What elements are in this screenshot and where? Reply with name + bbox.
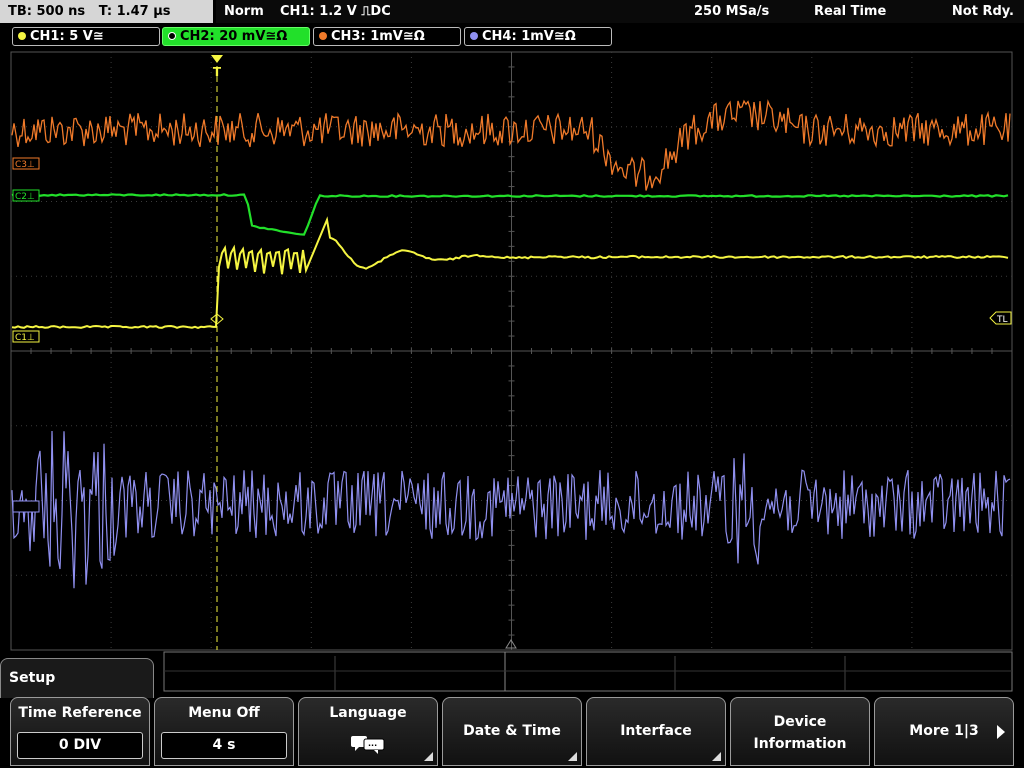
more-button[interactable]: More 1|3: [874, 697, 1014, 766]
ch4-color-dot: [470, 32, 478, 40]
channel-tab-ch1[interactable]: CH1: 5 V≅: [12, 27, 160, 46]
softkey-title: Time Reference: [18, 705, 142, 721]
ch1-ground-marker[interactable]: C1⊥: [12, 330, 40, 343]
ch3-color-dot: [319, 32, 327, 40]
channel-tab-ch4[interactable]: CH4: 1mV≅Ω: [464, 27, 612, 46]
next-page-arrow-icon: [997, 725, 1005, 739]
channel-label: CH4: 1mV≅Ω: [482, 29, 576, 44]
run-state: Not Rdy.: [951, 4, 1014, 19]
menu-off-value: 4 s: [161, 732, 287, 759]
device-information-button[interactable]: Device Information: [730, 697, 870, 766]
softkey-title: More 1|3: [909, 723, 979, 739]
ch1-color-dot: [18, 32, 26, 40]
setup-menu-title: Setup: [0, 658, 154, 698]
interface-button[interactable]: Interface: [586, 697, 726, 766]
svg-text:···: ···: [368, 741, 377, 750]
channel-tab-ch3[interactable]: CH3: 1mV≅Ω: [313, 27, 461, 46]
date-time-button[interactable]: Date & Time: [442, 697, 582, 766]
channel-tab-ch2[interactable]: CH2: 20 mV≅Ω: [162, 27, 310, 46]
trigger-level-label: TL: [996, 315, 1008, 325]
ch2-color-dot: [168, 32, 176, 40]
softkey-title: Date & Time: [463, 723, 561, 739]
ch4-ground-marker[interactable]: [12, 500, 40, 513]
channel-label: CH1: 5 V≅: [30, 29, 104, 44]
trigger-info[interactable]: CH1: 1.2 V ⎍DC: [280, 0, 391, 23]
softkey-title-line1: Device: [773, 714, 827, 730]
menu-off-button[interactable]: Menu Off 4 s: [154, 697, 294, 766]
channel-label: CH3: 1mV≅Ω: [331, 29, 425, 44]
submenu-indicator-icon: [568, 752, 577, 761]
softkey-title-line2: Information: [753, 736, 847, 752]
trigger-position-label: T: [213, 65, 222, 79]
speech-bubbles-icon: ···: [351, 736, 385, 754]
sample-rate: 250 MSa/s: [694, 4, 770, 19]
submenu-indicator-icon: [424, 752, 433, 761]
waveform-display[interactable]: T C3⊥ C2⊥ C1⊥ TL: [0, 50, 1024, 654]
submenu-indicator-icon: [712, 752, 721, 761]
status-bar: Norm CH1: 1.2 V ⎍DC 250 MSa/s Real Time …: [216, 0, 1024, 23]
ch1-marker-label: C1⊥: [15, 333, 35, 343]
time-reference-button[interactable]: Time Reference 0 DIV: [10, 697, 150, 766]
acquisition-mode[interactable]: Real Time: [814, 0, 886, 23]
softkey-title: Menu Off: [188, 705, 260, 721]
channel-label: CH2: 20 mV≅Ω: [180, 29, 288, 44]
ch3-ground-marker[interactable]: C3⊥: [12, 157, 40, 170]
ch2-ground-marker[interactable]: C2⊥: [12, 189, 40, 202]
time-reference-value: 0 DIV: [17, 732, 143, 759]
ch2-marker-label: C2⊥: [15, 192, 35, 202]
ch3-marker-label: C3⊥: [15, 160, 35, 170]
softkey-title: Interface: [620, 723, 692, 739]
trigger-mode[interactable]: Norm: [224, 0, 264, 23]
timebase-readout[interactable]: TB: 500 ns T: 1.47 µs: [0, 0, 213, 23]
language-button[interactable]: Language ···: [298, 697, 438, 766]
softkey-title: Language: [329, 705, 407, 721]
